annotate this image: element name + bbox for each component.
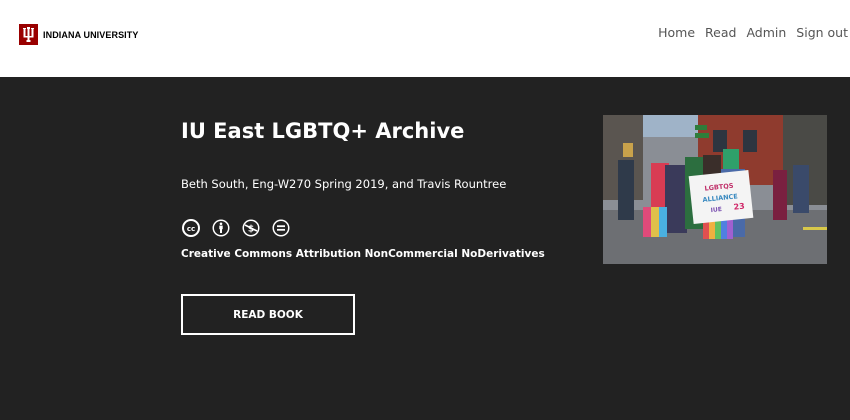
- attribution-icon: [212, 219, 230, 237]
- book-authors: Beth South, Eng-W270 Spring 2019, and Tr…: [181, 177, 507, 191]
- cover-sign-line-4: 23: [733, 202, 745, 212]
- logo[interactable]: INDIANA UNIVERSITY: [19, 24, 138, 45]
- site-header: INDIANA UNIVERSITY Home Read Admin Sign …: [0, 0, 850, 77]
- read-book-button[interactable]: READ BOOK: [181, 294, 355, 335]
- nav-admin[interactable]: Admin: [746, 25, 786, 40]
- book-cover-image[interactable]: LGBTQS ALLIANCE IUE 23: [603, 115, 827, 264]
- svg-text:cc: cc: [187, 225, 195, 233]
- book-hero: IU East LGBTQ+ Archive Beth South, Eng-W…: [0, 77, 850, 420]
- nav-sign-out[interactable]: Sign out: [796, 25, 848, 40]
- logo-text: INDIANA UNIVERSITY: [43, 29, 139, 40]
- iu-trident-icon: [19, 24, 38, 45]
- cover-sign-line-3: IUE: [710, 206, 722, 214]
- main-nav: Home Read Admin Sign out: [648, 25, 848, 40]
- book-title: IU East LGBTQ+ Archive: [181, 119, 465, 143]
- nav-read[interactable]: Read: [705, 25, 736, 40]
- license-text: Creative Commons Attribution NonCommerci…: [181, 248, 545, 260]
- noderivatives-icon: [272, 219, 290, 237]
- noncommercial-icon: $: [242, 219, 260, 237]
- cc-icon: cc: [182, 219, 200, 237]
- license-icons: cc $: [181, 218, 301, 238]
- nav-home[interactable]: Home: [658, 25, 695, 40]
